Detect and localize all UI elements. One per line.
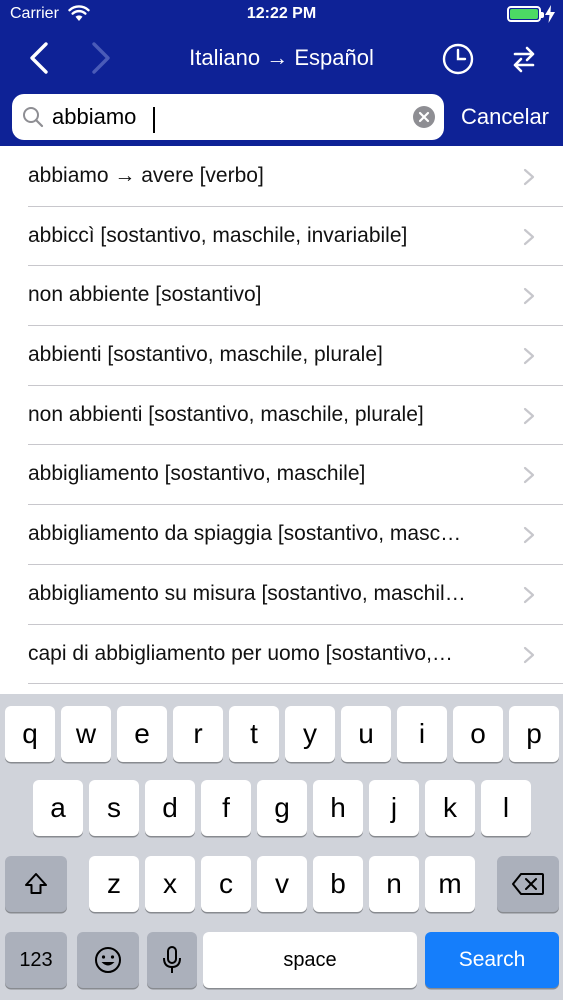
key-m[interactable]: m [425,856,475,912]
key-k[interactable]: k [425,780,475,836]
navigation-bar: Italiano → Español [0,30,563,88]
search-field[interactable] [12,94,444,140]
key-d[interactable]: d [145,780,195,836]
app-header: Carrier 12:22 PM Italiano → Español abbi… [0,0,563,146]
result-label: abbienti [sostantivo, maschile, plurale] [28,343,383,367]
chevron-right-icon [523,168,535,186]
result-row[interactable]: abbiamo → avere [verbo] [0,146,563,206]
key-p[interactable]: p [509,706,559,762]
key-x[interactable]: x [145,856,195,912]
result-row[interactable]: abbiccì [sostantivo, maschile, invariabi… [0,205,563,266]
delete-key[interactable] [497,856,559,912]
text-caret [153,107,155,133]
result-row[interactable] [0,683,563,694]
battery-icon [507,6,544,22]
result-row[interactable]: abbigliamento [sostantivo, maschile] [0,444,563,504]
search-key[interactable]: Search [425,932,559,988]
key-i[interactable]: i [397,706,447,762]
key-w[interactable]: w [61,706,111,762]
results-list: abbiamo → avere [verbo] abbiccì [sostant… [0,146,563,694]
chevron-right-icon [523,228,535,245]
key-c[interactable]: c [201,856,251,912]
key-y[interactable]: y [285,706,335,762]
chevron-right-icon [523,467,535,484]
result-label: non abbienti [sostantivo, maschile, plur… [28,402,424,426]
keyboard: q w e r t y u i o p a s d f g h j k l z … [0,694,563,1000]
shift-arrow-icon [25,873,47,894]
chevron-right-icon [523,646,535,663]
search-icon [23,107,44,128]
key-n[interactable]: n [369,856,419,912]
result-row[interactable]: abbigliamento da spiaggia [sostantivo, m… [0,504,563,564]
status-time: 12:22 PM [246,5,317,22]
key-t[interactable]: t [229,706,279,762]
key-e[interactable]: e [117,706,167,762]
key-s[interactable]: s [89,780,139,836]
emoji-key[interactable] [77,932,139,988]
key-h[interactable]: h [313,780,363,836]
key-a[interactable]: a [33,780,83,836]
key-b[interactable]: b [313,856,363,912]
search-input[interactable] [52,102,402,132]
result-label: abbigliamento su misura [sostantivo, mas… [28,581,466,605]
shift-key[interactable] [5,856,67,912]
page-title: Italiano → Español [189,45,374,70]
key-l[interactable]: l [481,780,531,836]
emoji-icon [95,947,121,973]
space-key[interactable]: space [203,932,417,988]
microphone-icon [163,946,181,973]
history-clock-icon[interactable] [440,41,476,77]
clear-search-icon[interactable] [412,105,436,129]
status-bar: Carrier 12:22 PM [0,0,563,30]
numbers-key[interactable]: 123 [5,932,67,988]
key-g[interactable]: g [257,780,307,836]
result-row[interactable]: abbienti [sostantivo, maschile, plurale] [0,325,563,385]
chevron-right-icon [523,347,535,365]
key-f[interactable]: f [201,780,251,836]
key-q[interactable]: q [5,706,55,762]
key-r[interactable]: r [173,706,223,762]
result-label: abbigliamento [sostantivo, maschile] [28,462,366,486]
chevron-right-icon [523,586,535,603]
chevron-right-icon [523,527,535,544]
result-label: abbiamo → avere [verbo] [28,164,264,187]
key-j[interactable]: j [369,780,419,836]
key-z[interactable]: z [89,856,139,912]
dictation-key[interactable] [147,932,197,988]
result-row[interactable]: capi di abbigliamento per uomo [sostanti… [0,623,563,684]
backspace-icon [512,873,544,895]
result-label: abbiccì [sostantivo, maschile, invariabi… [28,223,408,247]
result-label: abbigliamento da spiaggia [sostantivo, m… [28,522,462,546]
swap-languages-icon[interactable] [506,41,542,77]
search-row: Cancelar [0,88,563,146]
cancel-button[interactable]: Cancelar [452,101,558,133]
result-label: non abbiente [sostantivo] [28,283,262,307]
charging-bolt-icon [545,5,555,23]
result-row[interactable]: non abbienti [sostantivo, maschile, plur… [0,384,563,445]
key-o[interactable]: o [453,706,503,762]
chevron-right-icon [523,288,535,305]
key-u[interactable]: u [341,706,391,762]
key-v[interactable]: v [257,856,307,912]
chevron-right-icon [523,407,535,424]
result-label: capi di abbigliamento per uomo [sostanti… [28,641,453,665]
result-row[interactable]: non abbiente [sostantivo] [0,265,563,325]
result-row[interactable]: abbigliamento su misura [sostantivo, mas… [0,563,563,624]
